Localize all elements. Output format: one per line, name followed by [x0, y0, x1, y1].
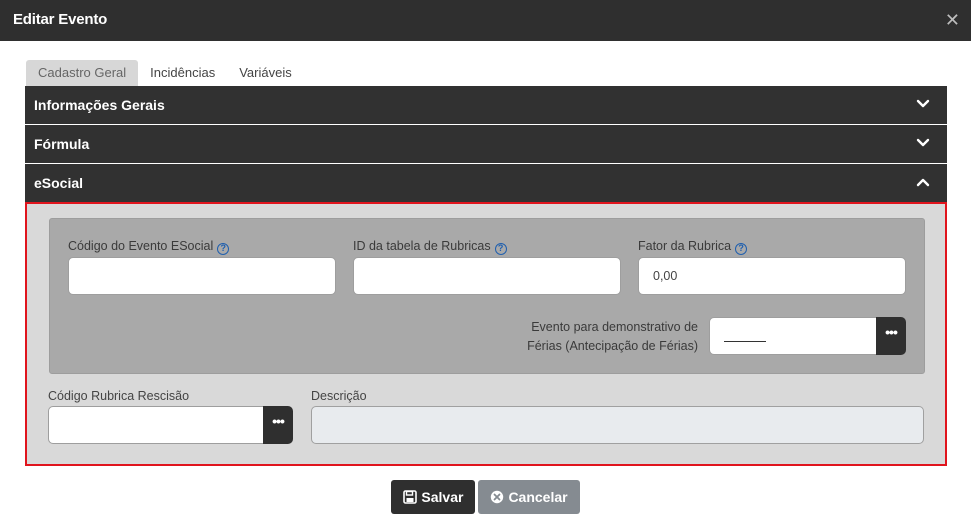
- help-icon[interactable]: ?: [735, 243, 748, 255]
- codigo-evento-input[interactable]: [68, 257, 336, 295]
- id-tabela-label: ID da tabela de Rubricas?: [353, 239, 507, 255]
- tab-bar: Cadastro Geral Incidências Variáveis: [26, 60, 304, 86]
- dialog-title: Editar Evento: [13, 11, 108, 28]
- codigo-evento-label: Código do Evento ESocial?: [68, 239, 230, 255]
- section-formula[interactable]: Fórmula: [25, 125, 947, 163]
- section-title: Informações Gerais: [34, 97, 165, 113]
- descricao-label: Descrição: [311, 389, 367, 403]
- fator-input[interactable]: 0,00: [638, 257, 906, 295]
- evento-ferias-lookup-button[interactable]: •••: [876, 317, 906, 355]
- cancel-button-label: Cancelar: [508, 489, 568, 505]
- chevron-down-icon: [916, 138, 930, 147]
- fator-label: Fator da Rubrica?: [638, 239, 748, 255]
- esocial-fields-group: Código do Evento ESocial? ID da tabela d…: [49, 218, 925, 374]
- cancel-button[interactable]: Cancelar: [478, 480, 580, 514]
- codigo-rescisao-label: Código Rubrica Rescisão: [48, 389, 190, 403]
- help-icon[interactable]: ?: [494, 243, 507, 255]
- section-informacoes-gerais[interactable]: Informações Gerais: [25, 86, 947, 124]
- evento-ferias-label-line: Evento para demonstrativo de: [531, 320, 698, 334]
- close-icon[interactable]: ✕: [945, 9, 960, 31]
- tab-variaveis[interactable]: Variáveis: [227, 60, 304, 86]
- codigo-rescisao-lookup-button[interactable]: •••: [263, 406, 293, 444]
- save-button[interactable]: Salvar: [391, 480, 476, 514]
- section-title: Fórmula: [34, 136, 90, 152]
- tab-cadastro-geral[interactable]: Cadastro Geral: [26, 60, 139, 86]
- help-icon[interactable]: ?: [217, 243, 230, 255]
- evento-ferias-label: Evento para demonstrativo de Férias (Ant…: [450, 318, 698, 356]
- evento-ferias-label-line: Férias (Antecipação de Férias): [527, 339, 698, 353]
- evento-ferias-input[interactable]: [709, 317, 877, 355]
- esocial-panel: Código do Evento ESocial? ID da tabela d…: [25, 202, 947, 466]
- dialog-footer: Salvar Cancelar: [0, 480, 971, 514]
- section-esocial[interactable]: eSocial: [25, 164, 947, 202]
- floppy-disk-icon: [403, 490, 418, 504]
- edit-event-dialog: Editar Evento ✕ Cadastro Geral Incidênci…: [0, 0, 971, 525]
- dialog-titlebar: Editar Evento ✕: [0, 0, 971, 41]
- section-title: eSocial: [34, 175, 84, 191]
- tab-incidencias[interactable]: Incidências: [138, 60, 227, 86]
- cancel-circle-icon: [491, 490, 504, 504]
- codigo-rescisao-input[interactable]: [48, 406, 264, 444]
- empty-value-underline: [724, 328, 766, 342]
- codigo-evento-label-text: Código do Evento ESocial: [68, 239, 214, 253]
- id-tabela-input[interactable]: [353, 257, 621, 295]
- save-button-label: Salvar: [421, 489, 464, 505]
- chevron-up-icon: [916, 178, 930, 187]
- chevron-down-icon: [916, 99, 930, 108]
- id-tabela-label-text: ID da tabela de Rubricas: [353, 239, 491, 253]
- descricao-input: [311, 406, 924, 444]
- fator-label-text: Fator da Rubrica: [638, 239, 732, 253]
